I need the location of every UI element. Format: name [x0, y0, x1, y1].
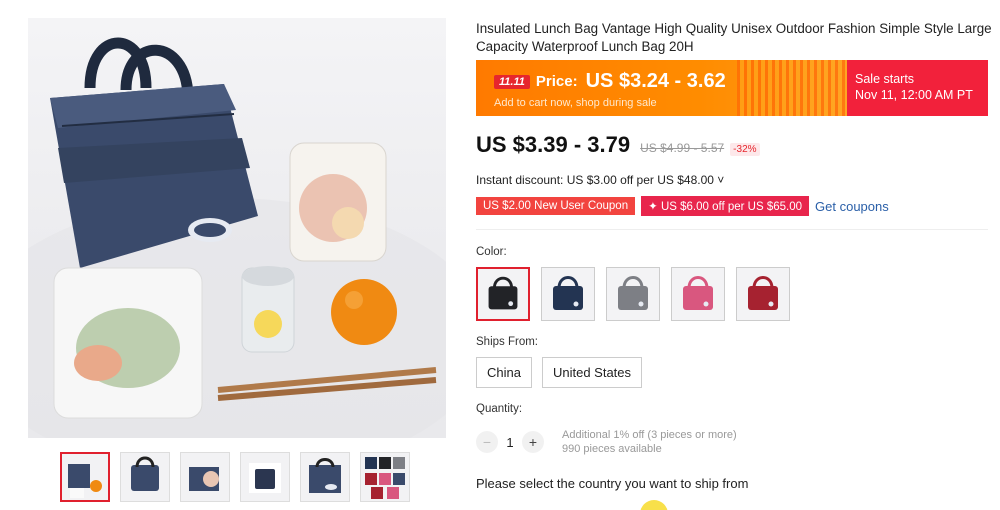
smiley-icon: [640, 500, 668, 510]
coupon-row: US $2.00 New User Coupon ✦ US $6.00 off …: [476, 196, 889, 216]
thumbnail-6[interactable]: [360, 452, 410, 502]
thumbnail-3[interactable]: [180, 452, 230, 502]
bag-body: [618, 286, 648, 310]
thumbnail-5[interactable]: [300, 452, 350, 502]
bulk-discount-note: Additional 1% off (3 pieces or more): [562, 429, 737, 441]
sale-starts-label: Sale starts: [855, 72, 915, 86]
promo-price-label: Price:: [535, 73, 578, 90]
store-coupon[interactable]: ✦ US $6.00 off per US $65.00: [641, 196, 810, 216]
bag-body: [683, 286, 713, 310]
promo-price-panel: 11.11 Price: US $3.24 - 3.62 Add to cart…: [476, 60, 847, 116]
new-user-coupon[interactable]: US $2.00 New User Coupon: [476, 197, 636, 215]
instant-discount-dropdown[interactable]: Instant discount: US $3.00 off per US $4…: [476, 173, 724, 187]
quantity-info: Additional 1% off (3 pieces or more) 990…: [562, 428, 737, 456]
bag-logo: [768, 301, 774, 307]
quantity-stepper: − + Additional 1% off (3 pieces or more)…: [476, 428, 737, 456]
product-title: Insulated Lunch Bag Vantage High Quality…: [476, 21, 992, 54]
promo-banner: 11.11 Price: US $3.24 - 3.62 Add to cart…: [476, 60, 988, 116]
ships-from-label: Ships From:: [476, 336, 538, 348]
sale-start-date: Nov 11, 12:00 AM PT: [855, 88, 973, 102]
discount-badge: -32%: [730, 143, 760, 156]
sale-1111-badge: 11.11: [494, 74, 530, 89]
ship-country-prompt: Please select the country you want to sh…: [476, 476, 749, 491]
thumbnail-1[interactable]: [60, 452, 110, 502]
quantity-increase-button[interactable]: +: [522, 431, 544, 453]
sale-countdown-panel: Sale starts Nov 11, 12:00 AM PT: [847, 60, 988, 116]
ship-from-china[interactable]: China: [476, 357, 532, 388]
quantity-input[interactable]: [498, 434, 522, 450]
promo-subtext: Add to cart now, shop during sale: [494, 97, 657, 109]
main-product-image[interactable]: [28, 18, 446, 438]
quantity-decrease-button[interactable]: −: [476, 431, 498, 453]
color-options: [476, 267, 790, 321]
color-label: Color:: [476, 246, 507, 258]
color-option-black[interactable]: [476, 267, 530, 321]
thumbnail-2[interactable]: [120, 452, 170, 502]
color-option-pink[interactable]: [671, 267, 725, 321]
bag-body: [748, 286, 778, 310]
stock-available: 990 pieces available: [562, 443, 662, 455]
get-coupons-link[interactable]: Get coupons: [815, 199, 889, 214]
thumbnail-4[interactable]: [240, 452, 290, 502]
price-row: US $3.39 - 3.79 US $4.99 - 5.57 -32%: [476, 132, 760, 158]
color-option-red[interactable]: [736, 267, 790, 321]
ships-from-options: China United States: [476, 357, 643, 388]
bag-logo: [638, 301, 644, 307]
bag-logo: [508, 301, 514, 307]
color-option-grey[interactable]: [606, 267, 660, 321]
bag-body: [488, 286, 518, 310]
color-option-navy[interactable]: [541, 267, 595, 321]
bag-logo: [573, 301, 579, 307]
original-price: US $4.99 - 5.57: [640, 141, 725, 155]
bag-logo: [703, 301, 709, 307]
ship-from-united-states[interactable]: United States: [541, 357, 643, 388]
thumbnail-strip: [60, 452, 410, 502]
bag-body: [553, 286, 583, 310]
promo-price-value: US $3.24 - 3.62: [585, 70, 726, 92]
lunch-bag-photo: [28, 37, 446, 438]
quantity-label: Quantity:: [476, 403, 523, 415]
divider: [476, 229, 988, 230]
current-price: US $3.39 - 3.79: [476, 132, 631, 157]
